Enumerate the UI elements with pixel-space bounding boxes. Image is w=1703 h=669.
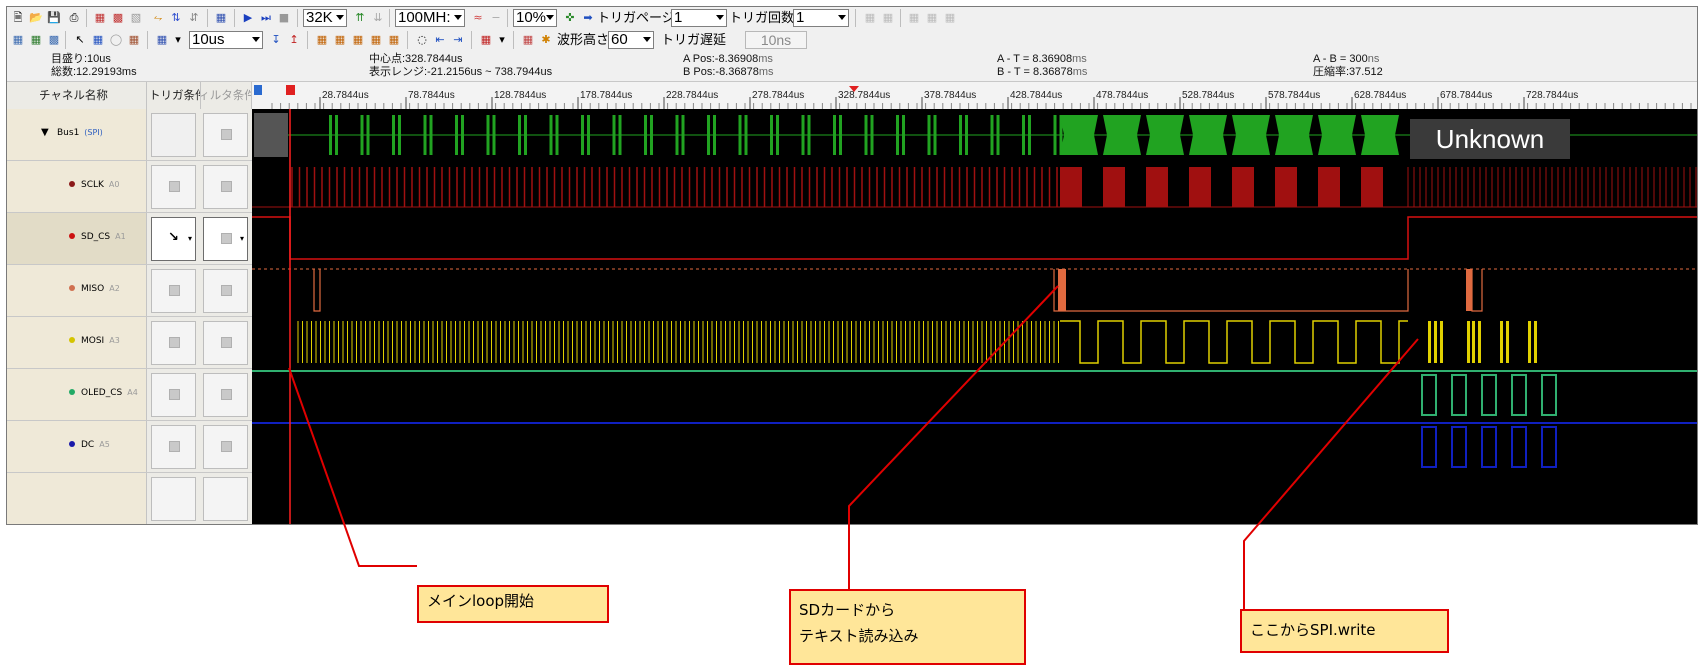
callout-sd-read-line2: テキスト読み込み [799, 627, 919, 645]
callout-sd-read-line1: SDカードから [799, 601, 896, 619]
leader-line-sd-read [848, 285, 1059, 589]
leader-line-loop-start [288, 367, 417, 567]
annotation-leader-lines [288, 285, 1419, 609]
callout-spi-write: ここからSPI.write [1240, 609, 1449, 653]
leader-line-spi-write [1243, 338, 1419, 609]
callout-sd-read: SDカードから テキスト読み込み [789, 589, 1026, 665]
callout-loop-start: メインloop開始 [417, 585, 609, 623]
